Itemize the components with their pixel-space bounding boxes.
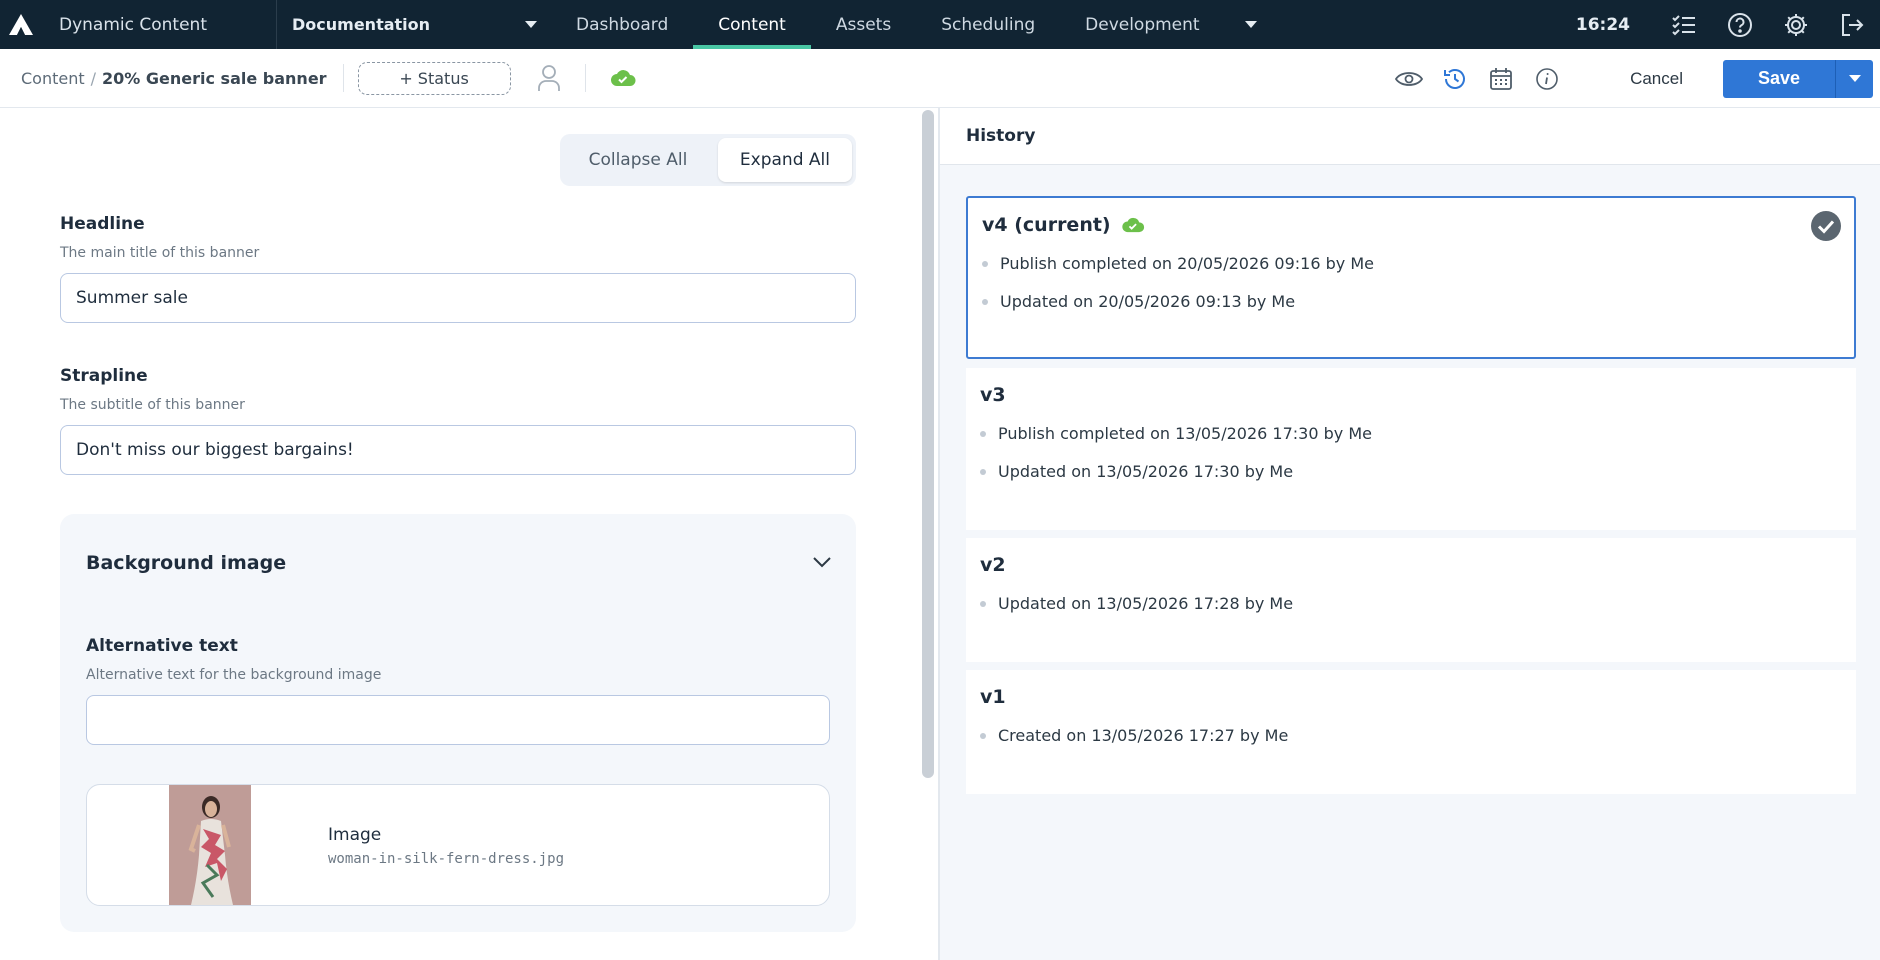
amplience-logo-icon[interactable]	[0, 0, 42, 49]
version-title: v4 (current)	[982, 214, 1145, 236]
top-nav-bar: Dynamic Content Documentation Dashboard …	[0, 0, 1880, 49]
hub-name: Documentation	[292, 15, 431, 34]
headline-label: Headline	[60, 214, 145, 234]
chevron-down-icon	[1244, 21, 1257, 28]
top-right-tools: 16:24	[1576, 0, 1880, 49]
toolbar-actions: Cancel Save	[1386, 49, 1880, 108]
app-name[interactable]: Dynamic Content	[42, 15, 276, 35]
breadcrumb-content-link[interactable]: Content	[21, 69, 85, 88]
headline-input[interactable]: Summer sale	[60, 273, 856, 323]
hub-selector[interactable]: Documentation	[276, 0, 551, 49]
history-title: History	[940, 108, 1880, 165]
image-card[interactable]: Image woman-in-silk-fern-dress.jpg	[86, 784, 830, 906]
info-icon[interactable]	[1524, 59, 1570, 99]
version-name: v4 (current)	[982, 214, 1111, 236]
calendar-icon[interactable]	[1478, 59, 1524, 99]
strapline-label: Strapline	[60, 366, 148, 386]
tasks-icon[interactable]	[1656, 0, 1712, 49]
background-image-panel: Background image Alternative text Altern…	[60, 514, 856, 932]
version-name: v1	[980, 686, 1006, 708]
eye-icon[interactable]	[1386, 59, 1432, 99]
assign-user-icon[interactable]	[531, 60, 567, 96]
divider	[342, 64, 344, 92]
history-panel: History v4 (current) Publish completed o…	[940, 108, 1880, 960]
sign-out-icon[interactable]	[1824, 0, 1880, 49]
version-event: Updated on 20/05/2026 09:13 by Me	[982, 292, 1295, 311]
cancel-button[interactable]: Cancel	[1630, 69, 1683, 89]
version-event: Updated on 13/05/2026 17:30 by Me	[980, 462, 1293, 481]
main-nav: Dashboard Content Assets Scheduling Deve…	[551, 0, 1265, 49]
clock: 16:24	[1575, 14, 1630, 35]
breadcrumb-separator: /	[90, 68, 97, 88]
help-icon[interactable]	[1712, 0, 1768, 49]
image-label: Image	[328, 825, 382, 845]
nav-assets[interactable]: Assets	[811, 0, 916, 49]
version-card-v4[interactable]: v4 (current) Publish completed on 20/05/…	[966, 196, 1856, 359]
chevron-down-icon	[525, 21, 537, 28]
version-event: Updated on 13/05/2026 17:28 by Me	[980, 594, 1293, 613]
current-version-check-icon	[1811, 211, 1841, 241]
alt-text-label: Alternative text	[86, 636, 238, 656]
nav-scheduling[interactable]: Scheduling	[916, 0, 1060, 49]
save-button[interactable]: Save	[1723, 59, 1835, 98]
content-form: Collapse All Expand All Headline The mai…	[0, 108, 920, 960]
strapline-help: The subtitle of this banner	[60, 397, 245, 413]
version-card-v1[interactable]: v1 Created on 13/05/2026 17:27 by Me	[966, 670, 1856, 794]
history-icon[interactable]	[1432, 59, 1478, 99]
chevron-down-icon[interactable]	[810, 550, 834, 574]
chevron-down-icon	[1848, 75, 1861, 82]
version-event: Publish completed on 13/05/2026 17:30 by…	[980, 424, 1372, 443]
alt-text-help: Alternative text for the background imag…	[86, 667, 382, 683]
alt-text-input[interactable]	[86, 695, 830, 745]
version-name: v2	[980, 554, 1006, 576]
published-cloud-icon	[1121, 217, 1145, 233]
save-options-dropdown[interactable]	[1835, 59, 1873, 98]
expand-all-button[interactable]: Expand All	[717, 138, 852, 182]
nav-more-dropdown[interactable]	[1225, 0, 1265, 49]
nav-development[interactable]: Development	[1060, 0, 1224, 49]
breadcrumb: Content / 20% Generic sale banner	[0, 69, 327, 88]
strapline-input[interactable]: Don't miss our biggest bargains!	[60, 425, 856, 475]
add-status-button[interactable]: + Status	[357, 61, 511, 95]
save-button-group: Save	[1723, 59, 1873, 98]
version-card-v2[interactable]: v2 Updated on 13/05/2026 17:28 by Me	[966, 538, 1856, 662]
published-cloud-icon	[610, 69, 636, 87]
breadcrumb-current: 20% Generic sale banner	[102, 68, 327, 88]
collapse-expand-toggle: Collapse All Expand All	[560, 134, 856, 186]
version-name: v3	[980, 384, 1006, 406]
nav-content[interactable]: Content	[693, 0, 811, 49]
editor-scrollbar[interactable]	[922, 110, 934, 778]
image-filename: woman-in-silk-fern-dress.jpg	[328, 851, 565, 867]
version-event: Created on 13/05/2026 17:27 by Me	[980, 726, 1288, 745]
headline-help: The main title of this banner	[60, 245, 260, 261]
version-card-v3[interactable]: v3 Publish completed on 13/05/2026 17:30…	[966, 368, 1856, 530]
nav-dashboard[interactable]: Dashboard	[551, 0, 693, 49]
collapse-all-button[interactable]: Collapse All	[564, 138, 712, 182]
image-thumbnail[interactable]	[169, 785, 251, 905]
version-event: Publish completed on 20/05/2026 09:16 by…	[982, 254, 1374, 273]
content-toolbar: Content / 20% Generic sale banner + Stat…	[0, 49, 1880, 108]
divider	[584, 64, 586, 92]
background-image-title: Background image	[86, 552, 287, 574]
gear-icon[interactable]	[1768, 0, 1824, 49]
